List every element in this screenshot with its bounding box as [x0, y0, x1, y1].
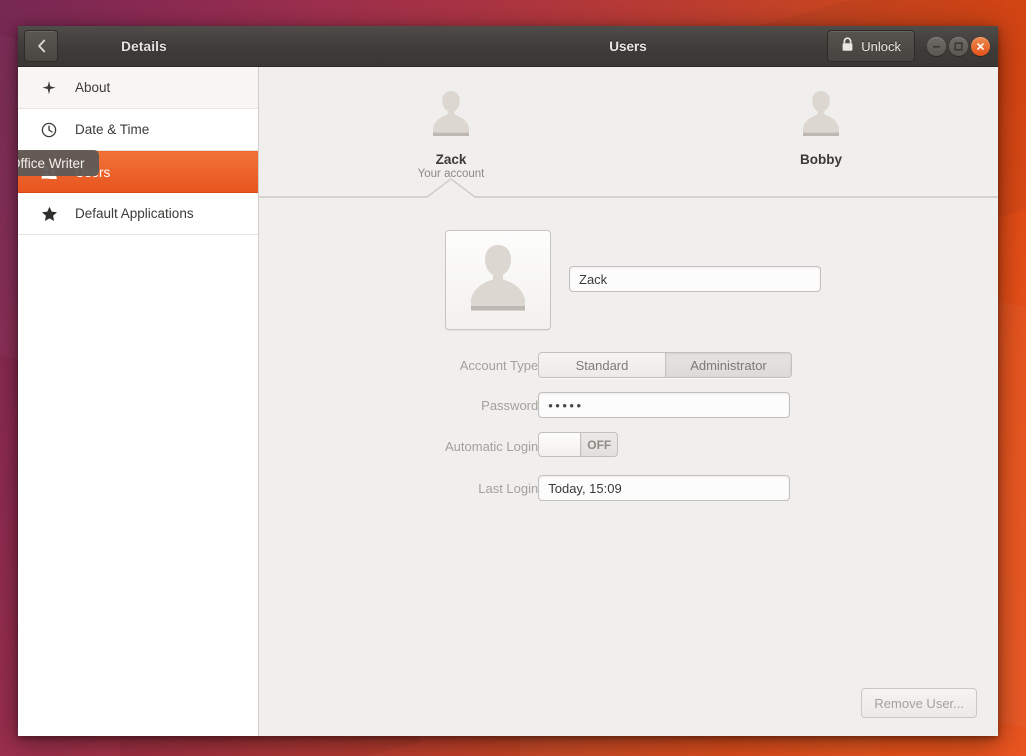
user-carousel: Zack Your account Bobby	[259, 67, 998, 198]
avatar-and-name-row: Zack	[445, 230, 821, 330]
default-avatar-icon	[746, 85, 896, 148]
sidebar-item-label: Date & Time	[75, 122, 150, 137]
toggle-knob	[539, 433, 582, 456]
last-login-value: Today, 15:09	[548, 480, 622, 496]
maximize-icon[interactable]	[949, 36, 968, 56]
clock-icon	[40, 121, 58, 139]
password-field[interactable]: •••••	[538, 392, 791, 418]
tooltip: LibreOffice Writer	[18, 150, 99, 176]
toggle-state-label: OFF	[587, 437, 612, 452]
carousel-separator	[259, 176, 998, 198]
sidebar-item-label: About	[75, 80, 111, 95]
account-type-label: Account Type	[459, 357, 539, 373]
last-login-field: Today, 15:09	[538, 475, 791, 501]
automatic-login-label: Automatic Login	[445, 439, 539, 454]
unlock-button[interactable]: Unlock	[827, 30, 915, 62]
last-login-label: Last Login	[478, 480, 539, 496]
full-name-wrap: Zack	[569, 230, 821, 292]
password-label: Password	[481, 397, 539, 413]
window-body: About Date & Time Default Applications f…	[18, 67, 998, 736]
sparkle-icon	[40, 79, 58, 97]
content-panel: Zack Your account Bobby Zack Account Typ…	[259, 67, 998, 736]
sidebar: About Date & Time Default Applications f…	[18, 67, 259, 736]
remove-user-button[interactable]: Remove User...	[861, 688, 977, 718]
account-type-selector[interactable]: Standard Administrator	[538, 352, 793, 378]
close-icon[interactable]	[971, 36, 990, 56]
user-tile-selected[interactable]: Zack Your account	[376, 85, 526, 180]
user-subtitle: Your account	[417, 168, 485, 180]
unlock-button-label: Unlock	[861, 38, 901, 54]
full-name-field[interactable]: Zack	[569, 266, 821, 292]
account-type-option-administrator[interactable]: Administrator	[664, 353, 792, 377]
account-fields-table: Account Type Standard Administrator Pass…	[445, 352, 793, 515]
full-name-value: Zack	[579, 271, 608, 287]
default-avatar-icon	[459, 237, 537, 324]
back-button[interactable]	[24, 30, 58, 62]
sidebar-item-default-applications[interactable]: Default Applications	[18, 193, 258, 235]
account-type-row: Account Type Standard Administrator	[445, 352, 793, 392]
chevron-left-icon	[36, 39, 47, 53]
automatic-login-toggle[interactable]: OFF	[538, 432, 619, 457]
remove-user-label: Remove User...	[874, 695, 964, 711]
star-icon	[40, 205, 58, 223]
settings-window: Details Users Unlock About Date & Time D…	[18, 26, 998, 736]
sidebar-item-about[interactable]: About	[18, 67, 258, 109]
window-controls	[927, 36, 990, 56]
titlebar-right-section: Unlock	[827, 30, 998, 62]
minimize-icon[interactable]	[927, 36, 946, 56]
user-name: Zack	[435, 152, 467, 167]
sidebar-item-label: Default Applications	[75, 206, 194, 221]
user-name: Bobby	[800, 152, 842, 167]
sidebar-item-date-time[interactable]: Date & Time	[18, 109, 258, 151]
password-value: •••••	[548, 397, 584, 413]
avatar[interactable]	[445, 230, 551, 330]
titlebar-left-section: Details	[18, 30, 258, 62]
account-form: Zack Account Type Standard Administrator…	[259, 198, 998, 736]
padlock-icon	[841, 37, 854, 55]
user-tile[interactable]: Bobby	[746, 85, 896, 168]
password-row: Password •••••	[445, 392, 792, 432]
account-type-option-standard[interactable]: Standard	[539, 353, 665, 377]
automatic-login-row: Automatic Login OFF	[445, 432, 792, 475]
default-avatar-icon	[376, 85, 526, 148]
account-form-inner: Zack Account Type Standard Administrator…	[445, 230, 821, 515]
section-title: Details	[121, 38, 167, 54]
window-titlebar: Details Users Unlock	[18, 26, 998, 67]
last-login-row: Last Login Today, 15:09	[445, 475, 792, 515]
desktop-wallpaper: Details Users Unlock About Date & Time D…	[0, 0, 1026, 756]
tooltip-label: LibreOffice Writer	[18, 155, 85, 171]
